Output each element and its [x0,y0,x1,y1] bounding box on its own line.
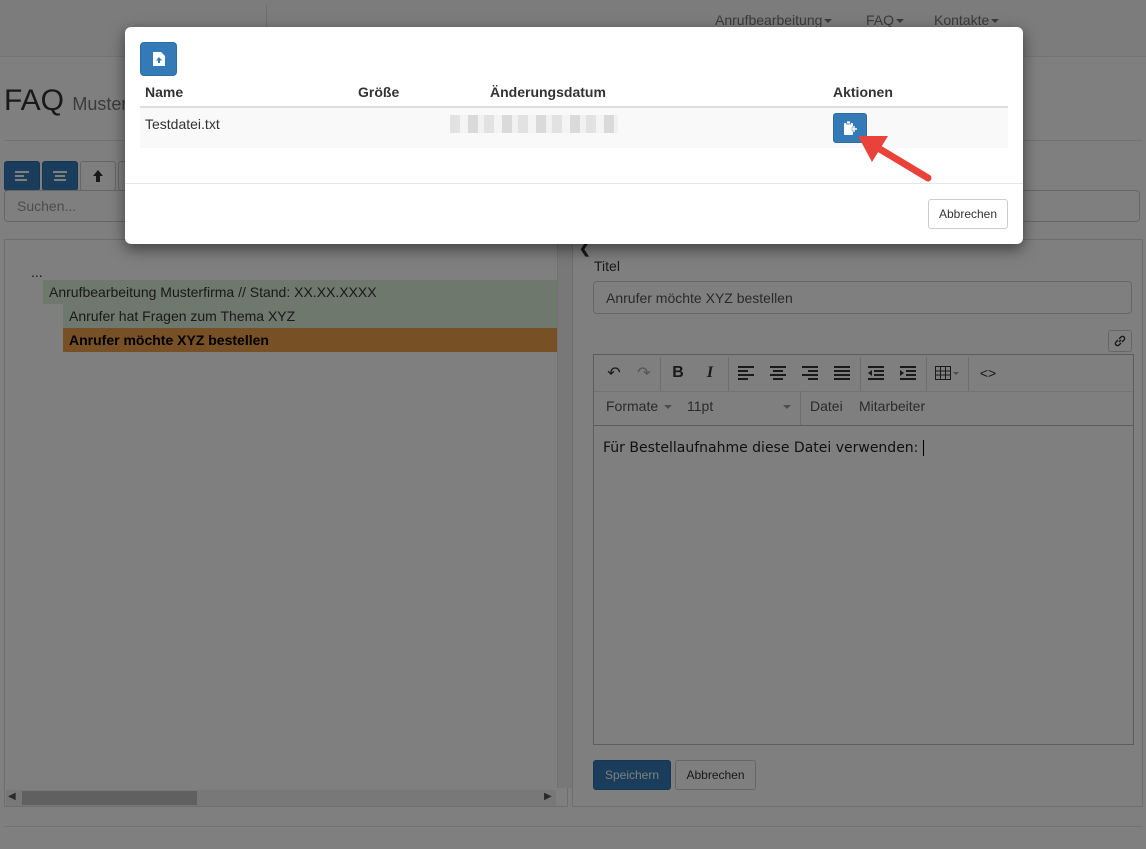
col-date: Änderungsdatum [490,84,606,100]
col-name: Name [145,84,184,100]
modal-cancel-button[interactable]: Abbrechen [928,199,1008,229]
annotation-arrow-icon [858,136,932,182]
col-size: Größe [358,84,400,100]
upload-button[interactable] [140,42,177,76]
file-date-redacted [450,115,618,133]
file-name: Testdatei.txt [145,116,220,132]
file-upload-icon [152,52,165,66]
col-actions: Aktionen [833,84,893,100]
